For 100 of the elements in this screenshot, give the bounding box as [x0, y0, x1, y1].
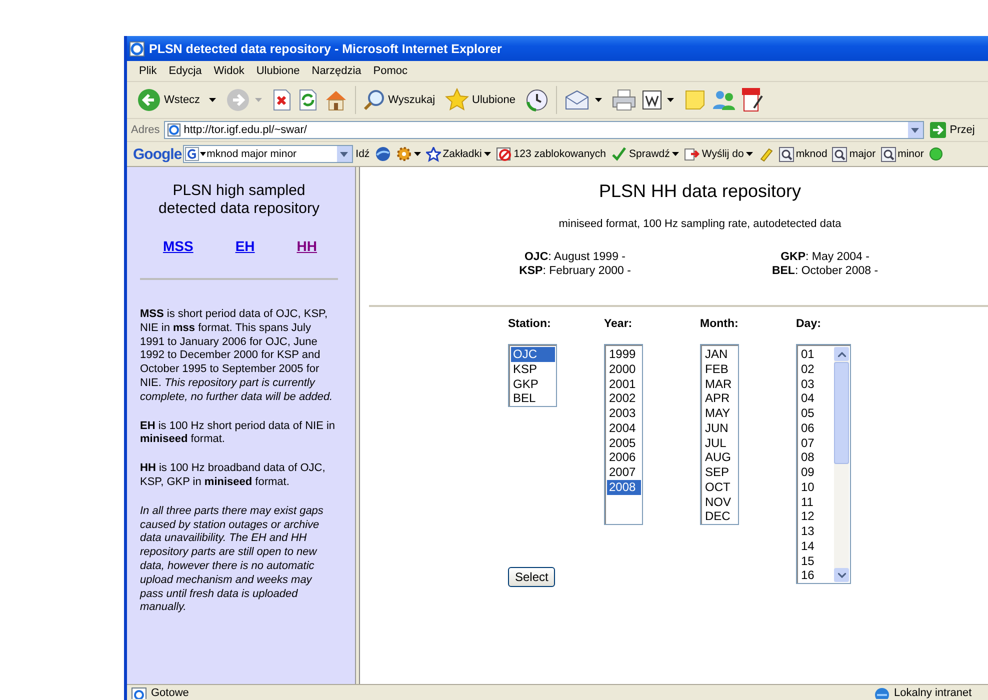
- send-button[interactable]: Wyślij do: [682, 146, 755, 162]
- list-option[interactable]: 2000: [607, 362, 641, 376]
- list-box[interactable]: JAN FEB MAR APR MAY JUN JUL AUG SEP OCT NOV DEC: [700, 344, 739, 525]
- list-option[interactable]: 2007: [607, 465, 641, 480]
- scrollbar[interactable]: [834, 347, 849, 582]
- back-button[interactable]: Wstecz: [135, 88, 222, 112]
- list-box[interactable]: 1999 2000 2001 2002 2003 2004 2005 2006 2007 2008: [604, 344, 643, 525]
- list-option[interactable]: 04: [799, 391, 833, 406]
- list-option[interactable]: OJC: [511, 347, 555, 362]
- sidebar-title: PLSN high sampled detected data repository: [158, 182, 320, 218]
- menu-item[interactable]: Pomoc: [367, 65, 414, 77]
- find-icon: [880, 146, 896, 162]
- list-option[interactable]: 03: [799, 376, 833, 392]
- search-button[interactable]: Wyszukaj: [361, 89, 442, 111]
- find-icon: [832, 146, 848, 162]
- list-option[interactable]: DEC: [703, 509, 737, 524]
- list-option[interactable]: MAR: [703, 376, 737, 392]
- dot-button[interactable]: [926, 147, 945, 161]
- address-field[interactable]: http://tor.igf.edu.pl/~swar/: [164, 121, 924, 139]
- star-button[interactable]: Zakładki: [424, 146, 493, 162]
- list-option[interactable]: 07: [799, 436, 833, 450]
- station-info: OJC: August 1999 -: [524, 250, 626, 264]
- find-button[interactable]: mknod: [776, 146, 830, 162]
- station-info: KSP: February 2000 -: [519, 264, 631, 278]
- mail-icon: [564, 89, 590, 111]
- list-option[interactable]: GKP: [511, 376, 555, 392]
- list-option[interactable]: 13: [799, 524, 833, 539]
- menu-item[interactable]: Narzędzia: [306, 65, 368, 77]
- list-option[interactable]: 01: [799, 347, 833, 362]
- list-option[interactable]: FEB: [703, 362, 737, 376]
- list-option[interactable]: 16: [799, 568, 833, 583]
- list-option[interactable]: 09: [799, 465, 833, 480]
- check-icon: [611, 146, 628, 162]
- list-option[interactable]: OCT: [703, 480, 737, 494]
- stop-icon: [272, 89, 292, 111]
- star-icon: [445, 88, 470, 112]
- list-option[interactable]: 2003: [607, 406, 641, 421]
- list-option[interactable]: MAY: [703, 406, 737, 421]
- list-box[interactable]: OJC KSP GKP BEL: [508, 344, 557, 407]
- list-option[interactable]: 08: [799, 450, 833, 465]
- page-title: PLSN HH data repository: [598, 181, 802, 202]
- description-text: EH is 100 Hz short period data of NIE in miniseed format.: [140, 420, 336, 448]
- list-option[interactable]: NOV: [703, 494, 737, 510]
- list-option[interactable]: 02: [799, 362, 833, 376]
- nav-link[interactable]: MSS: [162, 238, 194, 254]
- menu-item[interactable]: Widok: [208, 65, 250, 77]
- address-label: Adres: [131, 124, 160, 136]
- document-icon: [642, 90, 662, 110]
- list-option[interactable]: JAN: [703, 347, 737, 362]
- menu-item[interactable]: Ulubione: [250, 65, 306, 77]
- description-text: MSS is short period data of OJC, KSP, NIE in mss format. This spans July 1991 to January 2006 for OJC, June 1992 to December 2000 for KSP and October 1995 to September 2005 for NIE. This repository part is currently complete, no further data will be added.: [140, 308, 334, 405]
- search-field[interactable]: mknod major minor: [182, 145, 353, 163]
- nav-link[interactable]: EH: [235, 238, 255, 254]
- logo: Google: [133, 146, 182, 162]
- list-option[interactable]: JUN: [703, 420, 737, 436]
- list-option[interactable]: 2004: [607, 420, 641, 436]
- print-button[interactable]: [610, 89, 638, 111]
- list-option[interactable]: 1999: [607, 347, 641, 362]
- select-button[interactable]: Select: [508, 567, 556, 587]
- list-option[interactable]: 2008: [607, 480, 641, 494]
- back-icon: [137, 88, 161, 112]
- list-option[interactable]: SEP: [703, 465, 737, 480]
- list-option[interactable]: 10: [799, 480, 833, 494]
- list-option[interactable]: 14: [799, 538, 833, 554]
- list-option[interactable]: APR: [703, 391, 737, 406]
- spell-button[interactable]: Sprawdź: [609, 146, 681, 162]
- list-box[interactable]: 01 02 03 04 05 06 07 08 09 10 11 12 13 14 15 16: [796, 344, 851, 584]
- list-option[interactable]: 11: [799, 494, 833, 510]
- list-option[interactable]: AUG: [703, 450, 737, 465]
- list-option[interactable]: 2006: [607, 450, 641, 465]
- star-icon: [426, 146, 441, 162]
- list-option[interactable]: 12: [799, 509, 833, 524]
- list-option[interactable]: 05: [799, 406, 833, 421]
- favorites-button[interactable]: Ulubione: [443, 88, 522, 112]
- refresh-icon: [298, 89, 318, 111]
- status-icon: [928, 147, 943, 161]
- find-button[interactable]: minor: [878, 146, 926, 162]
- list-option[interactable]: 2005: [607, 436, 641, 450]
- find-icon: [778, 146, 794, 162]
- search-icon: [363, 89, 386, 111]
- page-icon: [131, 686, 147, 698]
- menu-item[interactable]: Plik: [133, 65, 163, 77]
- note-icon: [684, 89, 706, 111]
- go-button[interactable]: Idź: [354, 148, 372, 160]
- list-option[interactable]: 06: [799, 420, 833, 436]
- list-option[interactable]: 2002: [607, 391, 641, 406]
- list-option[interactable]: BEL: [511, 391, 555, 406]
- go-button[interactable]: Przej: [928, 122, 977, 138]
- list-option[interactable]: 2001: [607, 376, 641, 392]
- page-icon: [166, 123, 181, 137]
- list-option[interactable]: 15: [799, 554, 833, 568]
- menu-item[interactable]: Edycja: [162, 65, 208, 77]
- field-label: Station:: [508, 318, 551, 332]
- list-option[interactable]: JUL: [703, 436, 737, 450]
- nav-link[interactable]: HH: [296, 238, 317, 254]
- blocked-icon: [496, 146, 512, 162]
- arrow-icon: [930, 122, 946, 138]
- list-option[interactable]: KSP: [511, 362, 555, 376]
- find-button[interactable]: major: [830, 146, 878, 162]
- block-button[interactable]: 123 zablokowanych: [494, 146, 608, 162]
